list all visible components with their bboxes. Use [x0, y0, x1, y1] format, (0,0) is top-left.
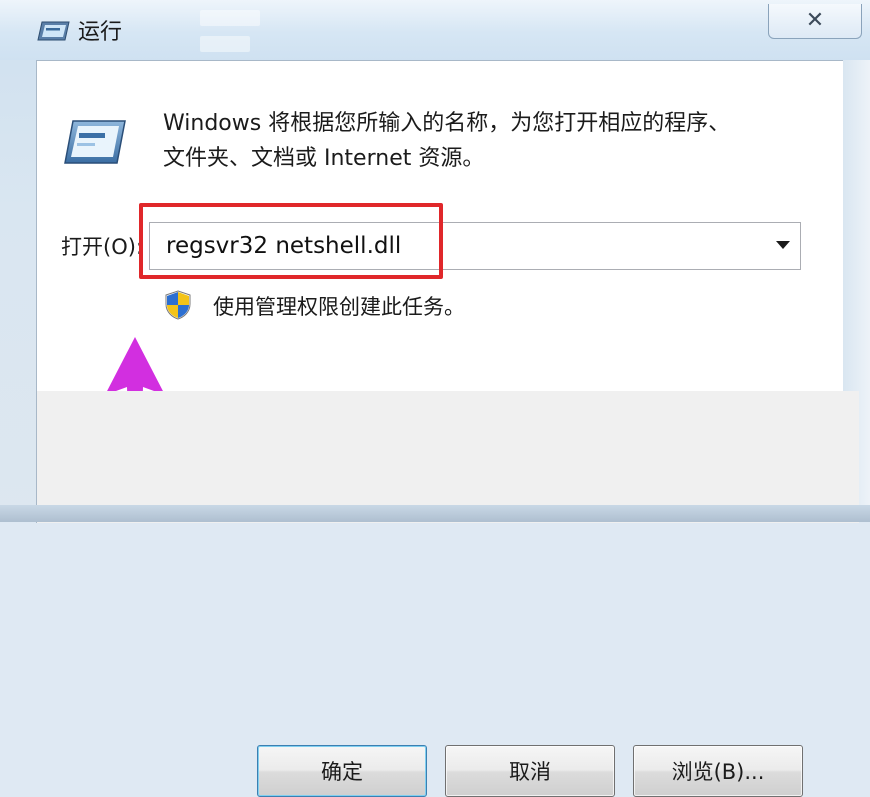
browse-button[interactable]: 浏览(B)...	[633, 745, 803, 797]
dialog-description: Windows 将根据您所输入的名称，为您打开相应的程序、 文件夹、文档或 In…	[163, 106, 823, 176]
open-label: 打开(O):	[61, 235, 143, 259]
close-button[interactable]: ✕	[768, 4, 862, 39]
description-line-2: 文件夹、文档或 Internet 资源。	[163, 146, 485, 171]
close-icon: ✕	[805, 8, 825, 33]
ok-button[interactable]: 确定	[257, 745, 427, 797]
description-line-1: Windows 将根据您所输入的名称，为您打开相应的程序、	[163, 111, 731, 136]
title-bar[interactable]: 运行 ✕	[0, 0, 870, 60]
run-dialog-window: 运行 ✕ Windows 将根据您所输入的名称，为您打开相应的程序、 文件夹、文…	[0, 0, 870, 797]
window-title: 运行	[78, 20, 123, 45]
run-program-icon	[64, 120, 126, 164]
admin-privilege-text: 使用管理权限创建此任务。	[213, 295, 465, 319]
highlight-annotation-box	[139, 203, 443, 279]
dropdown-arrow-icon[interactable]	[776, 241, 790, 249]
cancel-button[interactable]: 取消	[445, 745, 615, 797]
dialog-client-area: Windows 将根据您所输入的名称，为您打开相应的程序、 文件夹、文档或 In…	[36, 60, 859, 797]
uac-shield-icon	[165, 290, 191, 320]
background-blur	[200, 10, 260, 26]
window-bottom-border	[0, 505, 870, 522]
background-blur	[200, 36, 250, 52]
button-area: 确定 取消 浏览(B)...	[37, 391, 859, 797]
run-icon	[37, 21, 70, 41]
